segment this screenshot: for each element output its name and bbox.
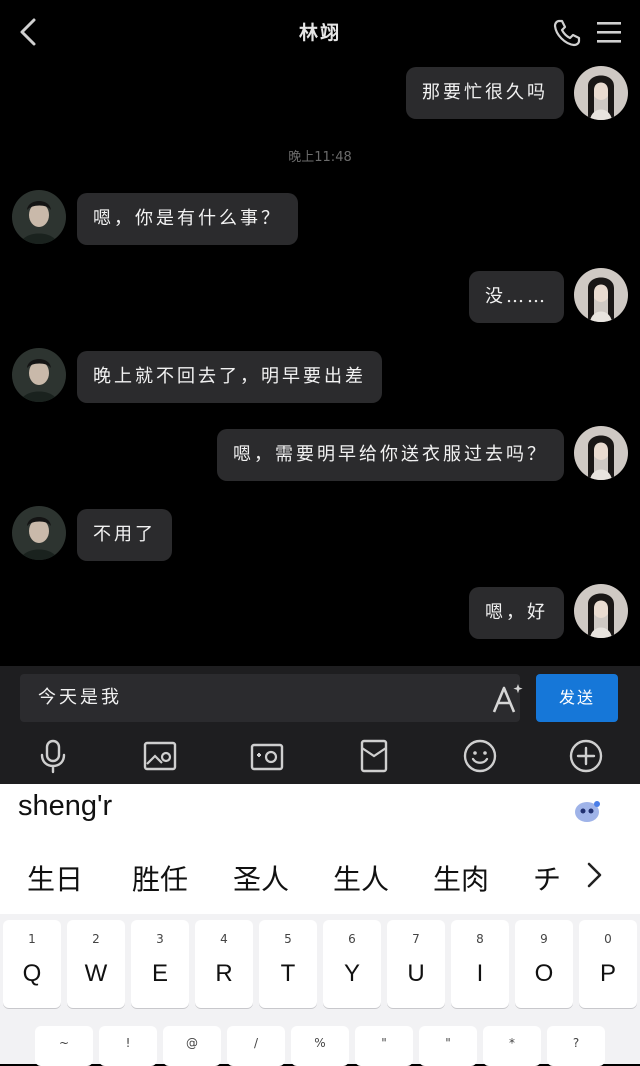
message-bubble-received[interactable]: 晚上就不回去了，明早要出差 xyxy=(77,351,382,403)
key-q[interactable]: 1Q xyxy=(3,920,61,1008)
candidate-item[interactable]: 圣人 xyxy=(233,858,289,898)
message-input[interactable]: 今天是我 xyxy=(20,674,523,722)
my-avatar[interactable] xyxy=(574,584,628,638)
key-w[interactable]: 2W xyxy=(67,920,125,1008)
contact-avatar[interactable] xyxy=(12,190,66,244)
font-style-icon[interactable] xyxy=(490,682,524,714)
message-bubble-sent[interactable]: 嗯，需要明早给你送衣服过去吗？ xyxy=(217,429,564,481)
message-bubble-received[interactable]: 不用了 xyxy=(77,509,172,561)
red-packet-icon[interactable] xyxy=(356,738,392,774)
ime-keyboard: sheng'r 生日 胜任 圣人 生人 生肉 チ 1Q 2W 3E 4R 5T … xyxy=(0,784,640,1066)
message-list[interactable]: 那要忙很久吗 晚上11:48 嗯，你是有什么事？ 没…… 晚上就不回去了，明早要… xyxy=(0,64,640,666)
symbol-label: @ xyxy=(186,1036,198,1050)
menu-icon[interactable] xyxy=(594,18,624,46)
message-timestamp: 晚上11:48 xyxy=(288,150,352,165)
my-avatar[interactable] xyxy=(574,66,628,120)
key-u[interactable]: 7U xyxy=(387,920,445,1008)
my-avatar[interactable] xyxy=(574,426,628,480)
key-t[interactable]: 5T xyxy=(259,920,317,1008)
camera-icon[interactable] xyxy=(249,738,285,774)
candidate-bar: 生日 胜任 圣人 生人 生肉 チ xyxy=(0,838,640,914)
symbol-label: * xyxy=(509,1036,515,1050)
image-icon[interactable] xyxy=(142,738,178,774)
candidate-item[interactable]: 生肉 xyxy=(433,858,489,898)
contact-name: 林翊 xyxy=(298,22,341,44)
symbol-label: % xyxy=(314,1036,326,1050)
key-y[interactable]: 6Y xyxy=(323,920,381,1008)
key-r[interactable]: 4R xyxy=(195,920,253,1008)
send-button[interactable]: 发送 xyxy=(536,674,618,722)
ime-assistant-icon[interactable] xyxy=(572,798,602,824)
key-p[interactable]: 0P xyxy=(579,920,637,1008)
contact-avatar[interactable] xyxy=(12,506,66,560)
symbol-label: ! xyxy=(125,1036,131,1050)
key-o[interactable]: 9O xyxy=(515,920,573,1008)
my-avatar[interactable] xyxy=(574,268,628,322)
candidate-item[interactable]: チ xyxy=(533,858,561,898)
symbol-label: " xyxy=(445,1036,451,1050)
message-bubble-sent[interactable]: 那要忙很久吗 xyxy=(406,67,564,119)
message-bubble-sent[interactable]: 没…… xyxy=(469,271,564,323)
candidate-item[interactable]: 生日 xyxy=(27,858,83,898)
candidate-item[interactable]: 生人 xyxy=(333,858,389,898)
message-bubble-received[interactable]: 嗯，你是有什么事？ xyxy=(77,193,298,245)
symbol-label: ? xyxy=(572,1036,580,1050)
phone-icon[interactable] xyxy=(552,18,582,48)
message-input-bar: 今天是我 发送 xyxy=(0,666,640,726)
key-i[interactable]: 8I xyxy=(451,920,509,1008)
symbol-label: ~ xyxy=(58,1036,70,1050)
plus-icon[interactable] xyxy=(568,738,604,774)
symbol-label: " xyxy=(381,1036,387,1050)
candidate-item[interactable]: 胜任 xyxy=(132,858,188,898)
pinyin-composition-bar: sheng'r xyxy=(0,784,640,838)
pinyin-text: sheng'r xyxy=(18,790,113,822)
key-e[interactable]: 3E xyxy=(131,920,189,1008)
chevron-right-icon[interactable] xyxy=(582,860,606,890)
chat-header: 林翊 xyxy=(0,0,640,64)
message-input-text: 今天是我 xyxy=(38,687,122,708)
emoji-icon[interactable] xyxy=(462,738,498,774)
contact-avatar[interactable] xyxy=(12,348,66,402)
message-bubble-sent[interactable]: 嗯，好 xyxy=(469,587,564,639)
microphone-icon[interactable] xyxy=(35,738,71,774)
chat-toolbar xyxy=(0,726,640,784)
symbol-label: / xyxy=(253,1036,259,1050)
